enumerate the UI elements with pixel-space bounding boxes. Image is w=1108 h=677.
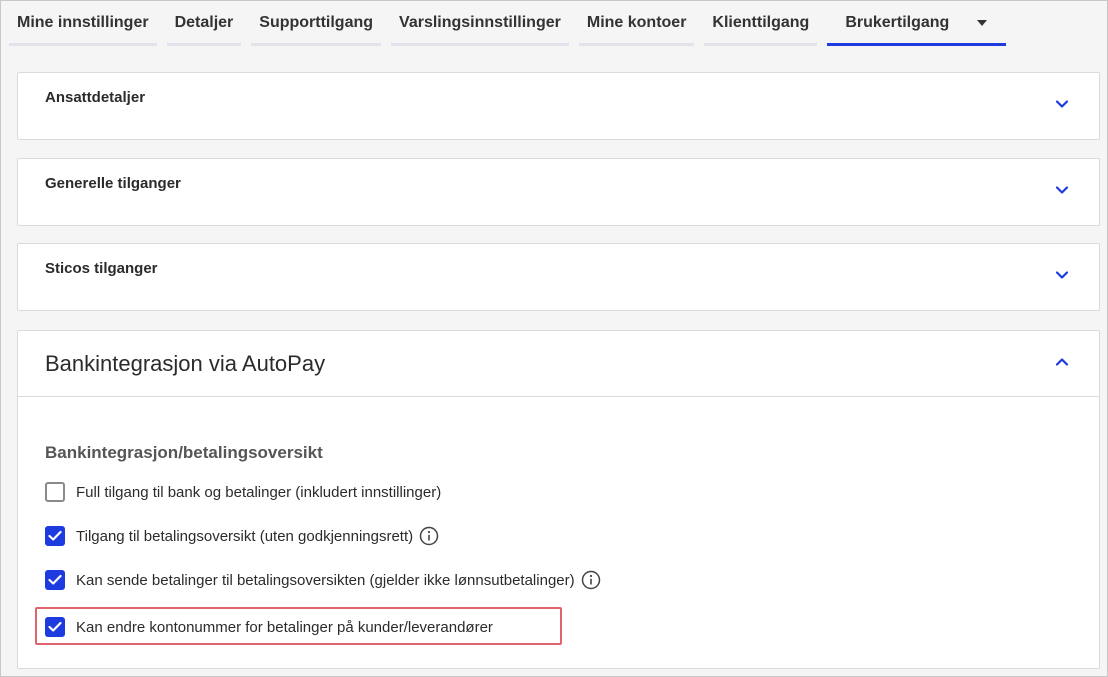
tab-label: Klienttilgang <box>712 14 810 31</box>
panel-sticos-tilganger: Sticos tilganger <box>17 243 1100 311</box>
check-icon <box>48 574 62 585</box>
chevron-down-icon[interactable] <box>1055 268 1069 282</box>
panel-header[interactable]: Bankintegrasjon via AutoPay <box>18 331 1099 397</box>
panel-header[interactable]: Generelle tilganger <box>18 159 1099 225</box>
tab-klienttilgang[interactable]: Klienttilgang <box>704 1 818 46</box>
info-icon[interactable] <box>419 526 439 546</box>
option-label: Full tilgang til bank og betalinger (ink… <box>76 483 442 501</box>
option-full-tilgang: Full tilgang til bank og betalinger (ink… <box>45 481 441 503</box>
tab-label: Brukertilgang <box>845 14 950 32</box>
panel-title: Generelle tilganger <box>45 175 181 192</box>
panel-title: Bankintegrasjon via AutoPay <box>45 351 326 376</box>
tab-label: Mine kontoer <box>586 14 687 31</box>
checkbox[interactable] <box>45 482 65 502</box>
tab-label: Mine innstillinger <box>17 14 149 31</box>
tab-label: Varslingsinnstillinger <box>399 14 561 31</box>
tab-mine-kontoer[interactable]: Mine kontoer <box>578 1 695 46</box>
checkbox[interactable] <box>45 526 65 546</box>
tab-varslingsinnstillinger[interactable]: Varslingsinnstillinger <box>391 1 569 46</box>
panel-title: Sticos tilganger <box>45 260 158 277</box>
option-kan-sende-betalinger: Kan sende betalinger til betalingsoversi… <box>45 569 601 591</box>
chevron-down-icon[interactable] <box>1055 97 1069 111</box>
tab-brukertilgang[interactable]: Brukertilgang <box>827 1 1006 46</box>
panel-title: Ansattdetaljer <box>45 89 146 106</box>
chevron-down-icon[interactable] <box>1055 183 1069 197</box>
info-icon[interactable] <box>581 570 601 590</box>
option-label: Kan sende betalinger til betalingsoversi… <box>76 571 575 589</box>
panel-generelle-tilganger: Generelle tilganger <box>17 158 1100 226</box>
tab-detaljer[interactable]: Detaljer <box>166 1 242 46</box>
tab-label: Detaljer <box>174 14 234 31</box>
option-label: Kan endre kontonummer for betalinger på … <box>76 618 493 636</box>
chevron-up-icon[interactable] <box>1055 355 1069 369</box>
checkbox[interactable] <box>45 617 65 637</box>
section-title: Bankintegrasjon/betalingsoversikt <box>45 443 323 462</box>
option-tilgang-betalingsoversikt: Tilgang til betalingsoversikt (uten godk… <box>45 525 439 547</box>
panel-ansattdetaljer: Ansattdetaljer <box>17 72 1100 140</box>
tab-label: Supporttilgang <box>259 14 374 31</box>
option-label: Tilgang til betalingsoversikt (uten godk… <box>76 527 414 545</box>
check-icon <box>48 621 62 632</box>
panel-bankintegrasjon-autopay: Bankintegrasjon via AutoPay Bankintegras… <box>17 330 1100 669</box>
check-icon <box>48 530 62 541</box>
checkbox[interactable] <box>45 570 65 590</box>
panel-header[interactable]: Sticos tilganger <box>18 244 1099 310</box>
tab-mine-innstillinger[interactable]: Mine innstillinger <box>9 1 157 46</box>
tab-bar: Mine innstillinger Detaljer Supporttilga… <box>9 1 1099 47</box>
option-kan-endre-kontonummer: Kan endre kontonummer for betalinger på … <box>45 616 493 638</box>
panel-header[interactable]: Ansattdetaljer <box>18 73 1099 139</box>
tab-supporttilgang[interactable]: Supporttilgang <box>251 1 382 46</box>
caret-down-icon[interactable] <box>976 14 988 32</box>
